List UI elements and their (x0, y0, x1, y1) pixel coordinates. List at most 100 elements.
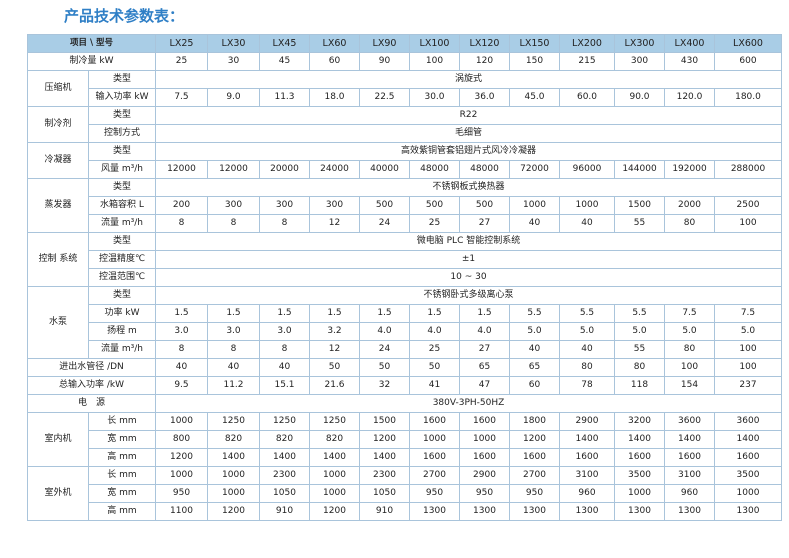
model-header: LX400 (664, 34, 715, 53)
sub-param-label: 水箱容积 L (88, 196, 156, 215)
group-label: 室内机 (27, 412, 89, 467)
value-cell: 1000 (614, 484, 665, 503)
value-cell: 45.0 (509, 88, 560, 107)
table-row: 制冷剂 类型 R22 (27, 106, 782, 143)
value-cell: 910 (359, 502, 410, 521)
value-cell: 3200 (614, 412, 665, 431)
value-cell: 8 (155, 214, 208, 233)
group-label: 水泵 (27, 286, 89, 359)
merged-value: R22 (155, 106, 782, 125)
value-cell: 1250 (207, 412, 260, 431)
value-cell: 22.5 (359, 88, 410, 107)
value-cell: 11.3 (259, 88, 310, 107)
model-header: LX30 (207, 34, 260, 53)
value-cell: 15.1 (259, 376, 310, 395)
sub-param-label: 功率 kW (88, 304, 156, 323)
model-header: LX200 (559, 34, 615, 53)
sub-param-label: 高 mm (88, 502, 156, 521)
value-cell: 2700 (509, 466, 560, 485)
value-cell: 820 (309, 430, 360, 449)
table-row: 水泵 类型 不锈钢卧式多级离心泵 (27, 286, 782, 359)
value-cell: 1.5 (309, 304, 360, 323)
value-cell: 27 (459, 340, 510, 359)
sub-param-label: 长 mm (88, 466, 156, 485)
value-cell: 1300 (559, 502, 615, 521)
value-cell: 1400 (359, 448, 410, 467)
value-cell: 5.0 (509, 322, 560, 341)
value-cell: 1300 (664, 502, 715, 521)
value-cell: 100 (714, 340, 782, 359)
value-cell: 80 (664, 340, 715, 359)
value-cell: 950 (409, 484, 460, 503)
value-cell: 3500 (714, 466, 782, 485)
value-cell: 1300 (409, 502, 460, 521)
value-cell: 1000 (207, 466, 260, 485)
value-cell: 5.5 (614, 304, 665, 323)
value-cell: 1.5 (155, 304, 208, 323)
value-cell: 40 (509, 214, 560, 233)
sub-param-label: 流量 m³/h (88, 214, 156, 233)
value-cell: 100 (664, 358, 715, 377)
value-cell: 1300 (614, 502, 665, 521)
sub-param-label: 流量 m³/h (88, 340, 156, 359)
value-cell: 1800 (509, 412, 560, 431)
table-row: 控温精度℃ ±1 (28, 250, 782, 269)
value-cell: 4.0 (409, 322, 460, 341)
value-cell: 5.5 (559, 304, 615, 323)
table-row: 控制方式 毛细管 (28, 124, 782, 143)
value-cell: 960 (664, 484, 715, 503)
value-cell: 1000 (155, 412, 208, 431)
value-cell: 40 (259, 358, 310, 377)
table-row: 输入功率 kW 7.5 9.0 11.3 18.0 22.5 30.0 36.0 45.0 60.… (28, 88, 782, 107)
value-cell: 78 (559, 376, 615, 395)
value-cell: 3500 (614, 466, 665, 485)
model-header: LX45 (259, 34, 310, 53)
value-cell: 910 (259, 502, 310, 521)
value-cell: 12 (309, 214, 360, 233)
merged-value: 毛细管 (155, 124, 782, 143)
value-cell: 27 (459, 214, 510, 233)
value-cell: 50 (309, 358, 360, 377)
sub-param-label: 宽 mm (88, 430, 156, 449)
value-cell: 40 (559, 214, 615, 233)
value-cell: 24 (359, 340, 410, 359)
value-cell: 1600 (714, 448, 782, 467)
value-cell: 30.0 (409, 88, 460, 107)
value-cell: 1400 (664, 430, 715, 449)
value-cell: 40 (559, 340, 615, 359)
value-cell: 430 (664, 52, 715, 71)
value-cell: 1000 (155, 466, 208, 485)
value-cell: 1600 (459, 448, 510, 467)
value-cell: 1200 (509, 430, 560, 449)
value-cell: 1400 (207, 448, 260, 467)
table-row: 高 mm 1200 1400 1400 1400 1400 1600 1600 1600 1600… (28, 448, 782, 467)
value-cell: 48000 (409, 160, 460, 179)
value-cell: 1400 (259, 448, 310, 467)
value-cell: 1400 (714, 430, 782, 449)
value-cell: 1200 (359, 430, 410, 449)
table-row: 扬程 m 3.0 3.0 3.0 3.2 4.0 4.0 4.0 5.0 5.0 5.0 5.0 5.0 (28, 322, 782, 341)
value-cell: 50 (409, 358, 460, 377)
value-cell: 32 (359, 376, 410, 395)
value-cell: 1200 (207, 502, 260, 521)
table-row: 高 mm 1100 1200 910 1200 910 1300 1300 1300 1300 13… (28, 502, 782, 521)
value-cell: 120 (459, 52, 510, 71)
value-cell: 50 (359, 358, 410, 377)
value-cell: 1050 (259, 484, 310, 503)
value-cell: 1.5 (409, 304, 460, 323)
value-cell: 1000 (714, 484, 782, 503)
value-cell: 3.0 (259, 322, 310, 341)
value-cell: 36.0 (459, 88, 510, 107)
table-row: 宽 mm 950 1000 1050 1000 1050 950 950 950 960 1000 9… (28, 484, 782, 503)
merged-value: 不锈钢卧式多级离心泵 (155, 286, 782, 305)
group-label: 室外机 (27, 466, 89, 521)
value-cell: 154 (664, 376, 715, 395)
table-row: 功率 kW 1.5 1.5 1.5 1.5 1.5 1.5 1.5 5.5 5.5 5.5 7.5 7.… (28, 304, 782, 323)
value-cell: 1600 (664, 448, 715, 467)
value-cell: 80 (614, 358, 665, 377)
value-cell: 12 (309, 340, 360, 359)
value-cell: 60 (309, 52, 360, 71)
table-row: 冷凝器 类型 高效紫铜管套铝翅片式风冷冷凝器 (27, 142, 782, 179)
spec-table-body: 项目 \ 型号 LX25 LX30 LX45 LX60 LX90 LX100 L… (27, 34, 782, 521)
value-cell: 5.0 (559, 322, 615, 341)
